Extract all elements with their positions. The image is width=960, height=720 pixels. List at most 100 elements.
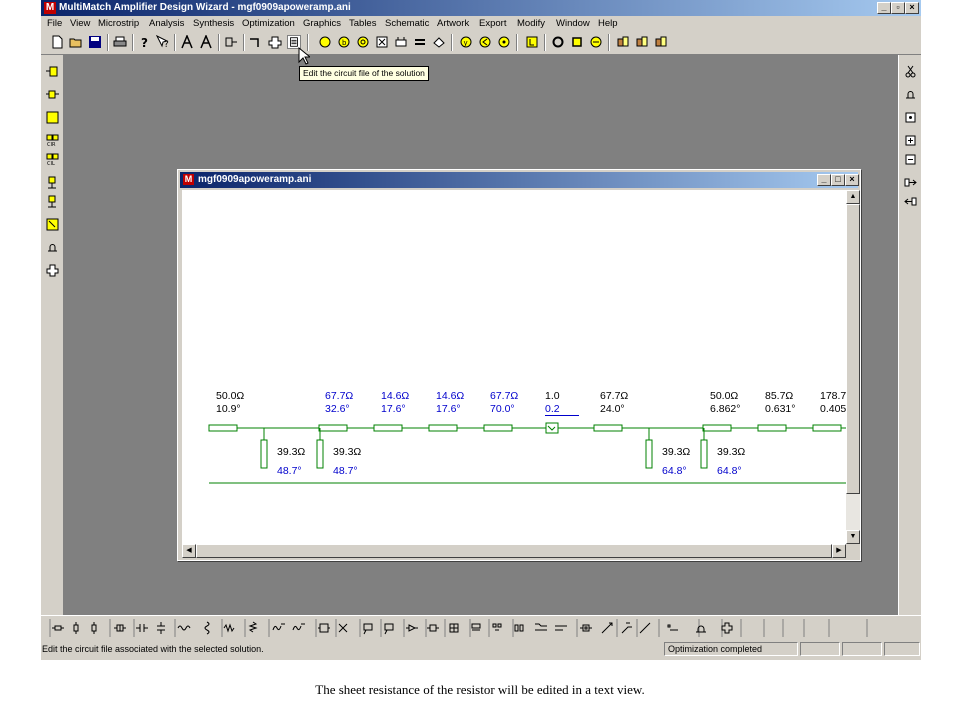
element-palette-icon[interactable] (471, 623, 481, 631)
element-palette-icon[interactable] (449, 623, 459, 633)
port-output-icon[interactable] (46, 88, 59, 101)
arrow-right-port-icon[interactable] (904, 176, 917, 189)
cir-import-icon[interactable]: CIR (46, 134, 59, 147)
component-c-icon[interactable] (654, 35, 668, 49)
menu-synthesis[interactable]: Synthesis (193, 18, 234, 29)
new-file-icon[interactable] (50, 35, 64, 49)
menu-schematic[interactable]: Schematic (385, 18, 429, 29)
element-palette-icon[interactable] (318, 623, 330, 633)
element-palette-icon[interactable] (406, 624, 418, 632)
component-b-icon[interactable] (635, 35, 649, 49)
child-maximize-button[interactable]: □ (831, 174, 845, 186)
menu-graphics[interactable]: Graphics (303, 18, 341, 29)
component-a-icon[interactable] (616, 35, 630, 49)
box-minus-icon[interactable] (904, 153, 917, 166)
menu-tables[interactable]: Tables (349, 18, 376, 29)
element-palette-icon[interactable] (363, 623, 373, 635)
print-icon[interactable] (113, 35, 127, 49)
child-close-button[interactable]: × (845, 174, 859, 186)
arrow-left-port-icon[interactable] (904, 195, 917, 208)
save-icon[interactable] (88, 35, 102, 49)
port-box-icon[interactable] (394, 35, 408, 49)
cross-shape-icon[interactable] (46, 264, 59, 277)
element-palette-icon[interactable] (621, 622, 632, 634)
element-palette-icon[interactable] (696, 625, 706, 633)
element-palette-icon[interactable] (427, 624, 439, 632)
square-yellow-icon[interactable] (570, 35, 584, 49)
schematic-window-titlebar[interactable]: M mgf0909apoweramp.ani _ □ × (180, 172, 859, 188)
element-palette-icon[interactable] (338, 623, 348, 633)
ground-shape-icon[interactable] (46, 241, 59, 254)
horizontal-scroll-thumb[interactable] (196, 544, 832, 558)
box-x-icon[interactable] (375, 35, 389, 49)
menu-window[interactable]: Window (556, 18, 590, 29)
element-palette-icon[interactable] (272, 623, 285, 631)
element-palette-icon[interactable] (580, 624, 592, 632)
circle-yellow-b-icon[interactable]: b (337, 35, 351, 49)
circle-minus-icon[interactable] (589, 35, 603, 49)
equal-lines-icon[interactable] (413, 35, 427, 49)
element-palette-icon[interactable] (384, 623, 394, 635)
circle-dot-icon[interactable] (497, 35, 511, 49)
box-plus-icon[interactable] (904, 134, 917, 147)
element-palette-icon[interactable] (601, 622, 613, 634)
element-palette-icon[interactable] (721, 622, 733, 634)
menu-export[interactable]: Export (479, 18, 506, 29)
element-select-icon[interactable] (46, 218, 59, 231)
scroll-down-button[interactable]: ▼ (846, 530, 860, 544)
element-palette-icon[interactable] (177, 625, 191, 631)
element-palette-icon[interactable] (667, 624, 678, 631)
help-icon[interactable]: ? (138, 35, 152, 49)
element-palette-icon[interactable] (223, 623, 235, 633)
element-palette-icon[interactable] (136, 624, 148, 632)
close-button[interactable]: × (905, 2, 919, 14)
ground-icon[interactable] (904, 88, 917, 101)
schematic-canvas[interactable]: 50.0Ω 10.9° 67.7Ω 32.6° 14.6Ω 17.6° 14.6Ω 17.6°… (182, 190, 846, 544)
circle-yellow-a-icon[interactable] (318, 35, 332, 49)
circle-arrow-icon[interactable] (478, 35, 492, 49)
scissors-icon[interactable] (904, 65, 917, 78)
shape-tool-icon[interactable] (432, 35, 446, 49)
ring-icon[interactable] (551, 35, 565, 49)
amplifier-b-icon[interactable] (199, 35, 213, 49)
restore-button[interactable]: ▫ (891, 2, 905, 14)
open-folder-icon[interactable] (69, 35, 83, 49)
cir-export-icon[interactable]: CIL (46, 153, 59, 166)
element-palette-icon[interactable] (248, 621, 258, 633)
tee-element-icon[interactable] (268, 35, 282, 49)
two-port-icon[interactable] (224, 35, 238, 49)
circle-y-icon[interactable]: y (459, 35, 473, 49)
menu-artwork[interactable]: Artwork (437, 18, 469, 29)
element-palette-icon[interactable] (292, 623, 305, 631)
element-palette-icon[interactable] (73, 622, 79, 634)
element-palette-icon[interactable] (157, 622, 165, 634)
port-input-icon[interactable] (46, 65, 59, 78)
scroll-right-button[interactable]: ▶ (832, 544, 846, 558)
element-palette-icon[interactable] (492, 623, 502, 631)
menu-modify[interactable]: Modify (517, 18, 545, 29)
element-palette-icon[interactable] (91, 622, 97, 634)
menu-help[interactable]: Help (598, 18, 618, 29)
menu-analysis[interactable]: Analysis (149, 18, 184, 29)
stub-b-icon[interactable] (46, 195, 59, 208)
block-icon[interactable] (46, 111, 59, 124)
element-palette-icon[interactable] (514, 624, 524, 632)
menu-optimization[interactable]: Optimization (242, 18, 295, 29)
line-element-icon[interactable] (249, 35, 263, 49)
box-dot-icon[interactable] (904, 111, 917, 124)
element-palette[interactable] (41, 616, 921, 640)
stub-a-icon[interactable] (46, 176, 59, 189)
circle-target-icon[interactable] (356, 35, 370, 49)
menu-file[interactable]: File (47, 18, 62, 29)
element-palette-icon[interactable] (555, 625, 567, 631)
scroll-up-button[interactable]: ▲ (846, 190, 860, 204)
element-palette-icon[interactable] (114, 624, 126, 632)
app-titlebar[interactable]: M MultiMatch Amplifier Design Wizard - m… (41, 0, 921, 16)
menu-microstrip[interactable]: Microstrip (98, 18, 139, 29)
context-help-icon[interactable]: ? (156, 35, 170, 49)
element-palette-icon[interactable] (639, 622, 651, 634)
element-palette-icon[interactable] (204, 621, 210, 635)
scroll-left-button[interactable]: ◀ (182, 544, 196, 558)
element-palette-icon[interactable] (535, 623, 547, 631)
element-palette-icon[interactable] (52, 625, 64, 631)
